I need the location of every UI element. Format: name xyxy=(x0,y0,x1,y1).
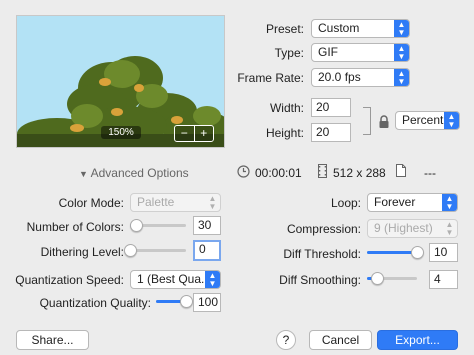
diff-threshold-fill xyxy=(367,251,417,254)
diff-smoothing-label: Diff Smoothing: xyxy=(279,273,361,287)
chevron-updown-icon: ▲ ▼ xyxy=(394,69,409,86)
height-label: Height: xyxy=(265,126,304,140)
width-value: 20 xyxy=(316,100,330,114)
dithering-level-slider[interactable] xyxy=(123,244,186,257)
zoom-out-button[interactable]: − xyxy=(175,126,195,141)
diff-smoothing-value: 4 xyxy=(434,272,441,286)
clock-icon xyxy=(237,165,250,178)
preset-select[interactable]: Custom ▲ ▼ xyxy=(311,19,410,38)
compression-label: Compression: xyxy=(286,222,361,236)
chevron-updown-icon: ▲ ▼ xyxy=(442,194,457,211)
quantization-speed-select[interactable]: 1 (Best Qua... ▲ ▼ xyxy=(130,270,221,289)
chevron-updown-icon: ▲ ▼ xyxy=(444,112,459,129)
compression-value: 9 (Highest) xyxy=(374,221,433,235)
preset-value: Custom xyxy=(318,21,360,35)
number-of-colors-value: 30 xyxy=(198,218,212,232)
dithering-level-value: 0 xyxy=(199,242,206,256)
plus-icon: + xyxy=(200,126,208,140)
quantization-speed-value: 1 (Best Qua... xyxy=(137,272,212,286)
dithering-level-field[interactable]: 0 xyxy=(193,240,221,261)
diff-threshold-label: Diff Threshold: xyxy=(283,247,361,261)
chevron-updown-icon: ▲ ▼ xyxy=(394,20,409,37)
film-icon xyxy=(318,164,327,178)
frame-rate-select[interactable]: 20.0 fps ▲ ▼ xyxy=(311,68,410,87)
export-button-label: Export... xyxy=(395,333,440,347)
zoom-in-button[interactable]: + xyxy=(195,126,214,141)
duration-text: 00:00:01 xyxy=(255,166,302,180)
type-select[interactable]: GIF ▲ ▼ xyxy=(311,43,410,62)
loop-select[interactable]: Forever ▲ ▼ xyxy=(367,193,458,212)
diff-smoothing-field[interactable]: 4 xyxy=(429,270,458,289)
advanced-options-toggle[interactable]: ▼ Advanced Options xyxy=(79,166,189,180)
type-label: Type: xyxy=(274,46,304,60)
lock-icon[interactable] xyxy=(378,115,390,129)
quantization-quality-knob[interactable] xyxy=(179,295,193,308)
quantization-quality-value: 100 xyxy=(198,295,219,309)
width-label: Width: xyxy=(269,101,304,115)
dithering-level-knob[interactable] xyxy=(123,244,137,257)
cancel-button[interactable]: Cancel xyxy=(309,330,372,350)
help-icon: ? xyxy=(282,333,290,347)
zoom-level-badge: 150% xyxy=(101,126,141,139)
preset-label: Preset: xyxy=(265,22,304,36)
quantization-speed-label: Quantization Speed: xyxy=(15,273,124,287)
frame-rate-value: 20.0 fps xyxy=(318,70,361,84)
quantization-quality-field[interactable]: 100 xyxy=(193,293,221,312)
chevron-updown-icon: ▲ ▼ xyxy=(205,271,220,288)
quantization-quality-label: Quantization Quality: xyxy=(39,296,151,310)
disclosure-triangle-icon: ▼ xyxy=(79,169,88,179)
share-button[interactable]: Share... xyxy=(16,330,89,350)
chevron-updown-icon: ▲ ▼ xyxy=(445,219,454,237)
dimension-unit-value: Percent xyxy=(402,113,444,127)
diff-threshold-field[interactable]: 10 xyxy=(429,243,458,262)
frame-rate-label: Frame Rate: xyxy=(237,71,304,85)
export-button[interactable]: Export... xyxy=(377,330,458,350)
help-button[interactable]: ? xyxy=(276,330,296,350)
diff-threshold-value: 10 xyxy=(434,245,448,259)
number-of-colors-field[interactable]: 30 xyxy=(193,216,221,235)
zoom-level-label: 150% xyxy=(108,127,134,138)
diff-threshold-knob[interactable] xyxy=(410,246,424,259)
diff-smoothing-slider[interactable] xyxy=(367,272,417,285)
share-button-label: Share... xyxy=(31,333,74,347)
quantization-quality-slider[interactable] xyxy=(156,295,193,308)
width-field[interactable]: 20 xyxy=(311,98,351,117)
color-mode-label: Color Mode: xyxy=(58,196,124,210)
height-value: 20 xyxy=(316,125,330,139)
loop-label: Loop: xyxy=(330,196,361,210)
loop-value: Forever xyxy=(374,195,416,209)
dimension-unit-select[interactable]: Percent ▲ ▼ xyxy=(395,111,460,130)
number-of-colors-label: Number of Colors: xyxy=(26,220,124,234)
type-value: GIF xyxy=(318,45,338,59)
file-icon xyxy=(396,164,406,177)
advanced-options-label: Advanced Options xyxy=(90,166,189,180)
height-field[interactable]: 20 xyxy=(311,123,351,142)
color-mode-select[interactable]: Palette ▲ ▼ xyxy=(130,193,221,212)
chevron-updown-icon: ▲ ▼ xyxy=(208,193,217,211)
file-size-text: --- xyxy=(424,166,436,180)
cancel-button-label: Cancel xyxy=(321,333,360,347)
dithering-level-label: Dithering Level: xyxy=(40,245,124,259)
zoom-controls: − + xyxy=(174,125,214,142)
diff-threshold-slider[interactable] xyxy=(367,246,424,259)
dimensions-text: 512 x 288 xyxy=(333,166,386,180)
aspect-link-bracket xyxy=(363,107,371,135)
chevron-updown-icon: ▲ ▼ xyxy=(394,44,409,61)
video-preview: 150% − + xyxy=(16,15,225,148)
compression-select[interactable]: 9 (Highest) ▲ ▼ xyxy=(367,219,458,238)
minus-icon: − xyxy=(180,126,188,140)
number-of-colors-knob[interactable] xyxy=(130,219,144,232)
color-mode-value: Palette xyxy=(137,195,175,209)
number-of-colors-slider[interactable] xyxy=(130,219,186,232)
diff-smoothing-knob[interactable] xyxy=(370,272,384,285)
